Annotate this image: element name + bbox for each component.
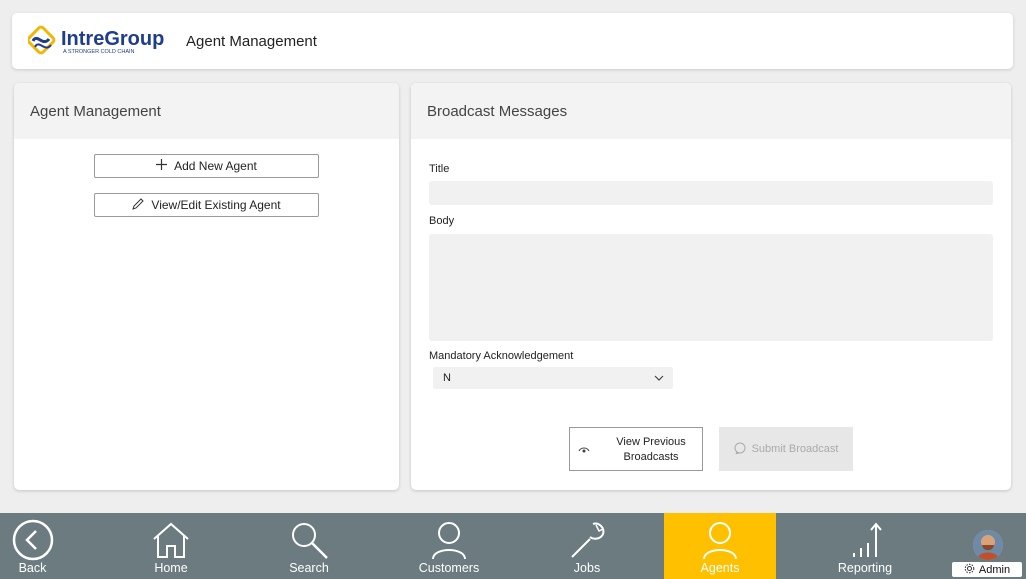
body-label: Body [429, 215, 455, 227]
user-menu[interactable]: Admin [950, 513, 1026, 579]
person-icon [703, 522, 737, 560]
nav-back[interactable]: Back [0, 513, 65, 579]
nav-agents[interactable]: Agents [664, 513, 776, 579]
avatar[interactable] [973, 530, 1003, 560]
agent-management-panel: Agent Management Add New Agent View/Edit… [14, 83, 399, 490]
plus-icon [156, 159, 168, 173]
admin-button[interactable]: Admin [952, 562, 1022, 577]
add-new-agent-button[interactable]: Add New Agent [94, 154, 319, 178]
nav-back-label: Back [18, 561, 47, 575]
person-icon [432, 522, 466, 560]
wrench-icon [571, 522, 605, 558]
title-label: Title [429, 163, 450, 175]
add-new-agent-label: Add New Agent [174, 159, 257, 173]
nav-home-label: Home [154, 561, 188, 575]
app-header: IntreGroup A STRONGER COLD CHAIN Agent M… [12, 13, 1013, 69]
mandatory-ack-value: N [443, 372, 451, 384]
broadcast-messages-heading: Broadcast Messages [411, 83, 1011, 139]
nav-search-label: Search [289, 561, 329, 575]
nav-jobs[interactable]: Jobs [556, 513, 618, 579]
chevron-down-icon [653, 372, 665, 384]
bottom-nav-bar: Back Home Search Customers Jobs Agents R… [0, 513, 1026, 579]
chart-icon [853, 522, 882, 557]
mandatory-ack-label: Mandatory Acknowledgement [429, 350, 574, 362]
eye-icon [578, 444, 590, 456]
agent-management-heading: Agent Management [14, 83, 399, 139]
view-previous-broadcasts-button[interactable]: View Previous Broadcasts [569, 427, 703, 471]
back-circle-icon [12, 519, 53, 561]
nav-customers-label: Customers [418, 561, 480, 575]
search-icon [292, 523, 328, 559]
nav-agents-label: Agents [700, 561, 740, 575]
chat-bubble-icon [734, 442, 746, 457]
pencil-icon [132, 197, 145, 213]
view-edit-agent-button[interactable]: View/Edit Existing Agent [94, 193, 319, 217]
mandatory-ack-select[interactable]: N [433, 367, 673, 389]
nav-reporting[interactable]: Reporting [833, 513, 897, 579]
intregroup-logo: IntreGroup A STRONGER COLD CHAIN [26, 25, 180, 57]
nav-reporting-label: Reporting [837, 561, 893, 575]
home-icon [153, 522, 189, 558]
nav-home[interactable]: Home [140, 513, 202, 579]
svg-text:A STRONGER COLD CHAIN: A STRONGER COLD CHAIN [63, 49, 135, 55]
body-textarea[interactable] [429, 234, 993, 341]
nav-jobs-label: Jobs [573, 561, 601, 575]
svg-text:IntreGroup: IntreGroup [61, 28, 164, 50]
view-previous-broadcasts-label: View Previous Broadcasts [616, 436, 686, 463]
nav-customers[interactable]: Customers [413, 513, 485, 579]
nav-search[interactable]: Search [278, 513, 340, 579]
page-title: Agent Management [186, 33, 317, 50]
gear-icon [964, 563, 975, 577]
view-edit-agent-label: View/Edit Existing Agent [151, 198, 281, 212]
broadcast-messages-panel: Broadcast Messages Title Body Mandatory … [411, 83, 1011, 490]
title-input[interactable] [429, 181, 993, 205]
submit-broadcast-label: Submit Broadcast [751, 443, 839, 455]
submit-broadcast-button[interactable]: Submit Broadcast [719, 427, 853, 471]
admin-label: Admin [978, 563, 1011, 576]
